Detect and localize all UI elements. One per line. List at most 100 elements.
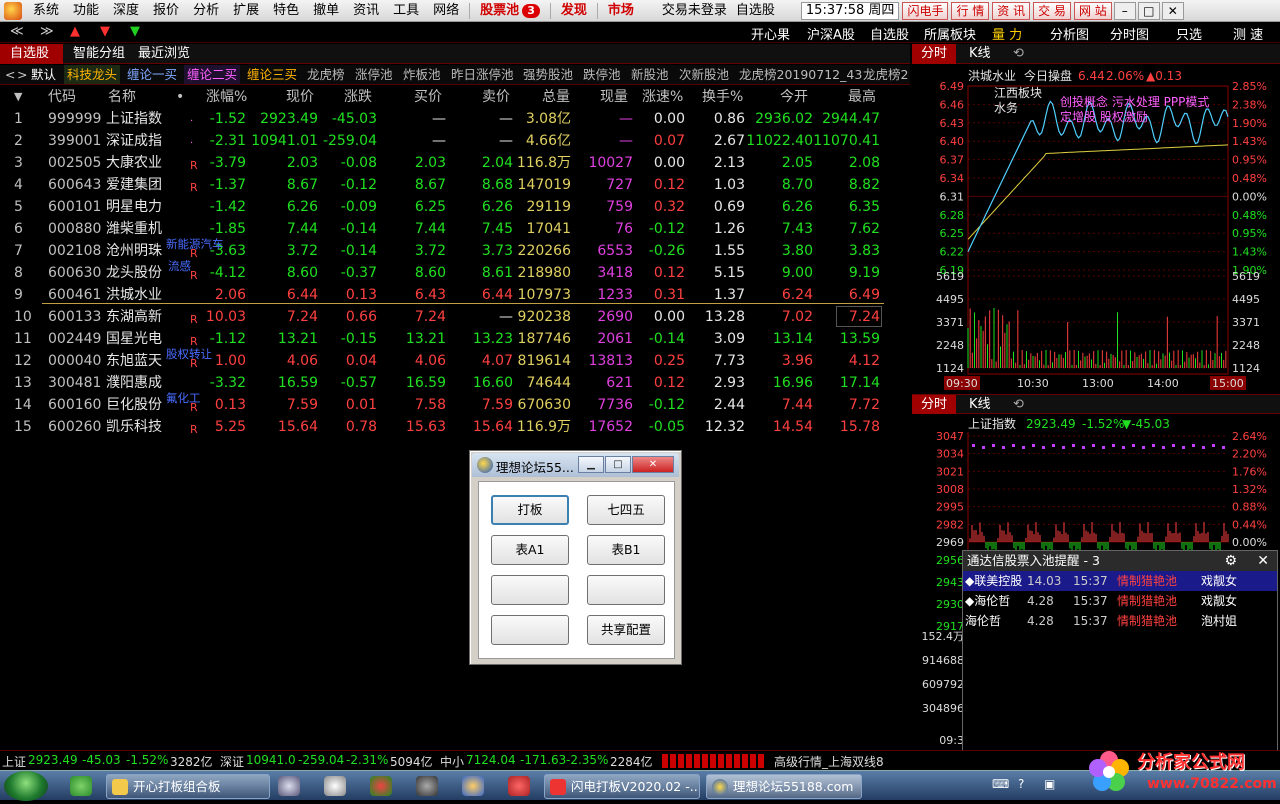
table-row[interactable]: 3 002505 大康农业 R -3.79 2.03 -0.08 2.03 2.04 116.8万… <box>0 152 910 174</box>
task-kaixin-daban[interactable]: 开心打板组合板 <box>106 774 270 799</box>
sub-tab-strong[interactable]: 强势股池 <box>520 65 576 84</box>
table-row[interactable]: 14 600160 巨化股份 R 0.13 7.59 0.01 7.58 7.59 670630 7… <box>0 394 910 416</box>
maximize-icon[interactable]: □ <box>1137 1 1160 20</box>
menu-analysis[interactable]: 分析 <box>186 0 226 22</box>
menu-function[interactable]: 功能 <box>66 0 106 22</box>
sub-tab-default[interactable]: 默认 <box>28 65 59 84</box>
empty-button-2[interactable] <box>587 575 665 605</box>
quicklaunch-browser-icon[interactable] <box>70 776 92 796</box>
trade-button[interactable]: 交 易 <box>1033 1 1071 20</box>
col-header-speed[interactable]: 涨速% <box>642 86 683 108</box>
sub-tab-dragon-tiger-2[interactable]: 龙虎榜2 <box>860 65 910 84</box>
tab-intraday-2[interactable]: 分时 <box>912 395 957 414</box>
col-header-high[interactable]: 最高 <box>848 86 876 108</box>
alert-row[interactable]: 海伦哲 4.28 15:37 情制猎艳池 泡村姐 <box>963 611 1277 631</box>
daban-button[interactable]: 打板 <box>491 495 569 525</box>
sort-icon[interactable]: ▼ <box>14 86 22 108</box>
table-row[interactable]: 5 600101 明星电力 -1.42 6.26 -0.09 6.25 6.26 29119 75… <box>0 196 910 218</box>
tab-watchlist[interactable]: 自选股 <box>0 44 63 64</box>
news-button[interactable]: 资 讯 <box>992 1 1031 20</box>
table-row[interactable]: 12 000040 东旭蓝天 R 1.00 4.06 0.04 4.06 4.07 819614 1… <box>0 350 910 372</box>
table-row[interactable]: 7 002108 沧州明珠 R -3.63 3.72 -0.14 3.72 3.73 220266… <box>0 240 910 262</box>
back-icon[interactable]: ≪ <box>10 24 24 39</box>
toolbar-link-intraday-chart[interactable]: 分时图 <box>1110 24 1149 43</box>
table-row[interactable]: 4 600643 爱建集团 R -1.37 8.67 -0.12 8.67 8.68 147019… <box>0 174 910 196</box>
col-header-code[interactable]: 代码 <box>48 86 76 108</box>
toolbar-link-speed-test[interactable]: 测 速 <box>1233 24 1263 43</box>
menu-discover[interactable]: 发现 <box>554 0 594 22</box>
watchlist-label[interactable]: 自选股 <box>734 0 777 22</box>
col-header-open[interactable]: 今开 <box>780 86 808 108</box>
col-header-pct[interactable]: 涨幅% <box>206 86 247 108</box>
alert-row[interactable]: ◆联美控股 14.03 15:37 情制猎艳池 戏靓女 <box>963 571 1277 591</box>
sub-tab-burst[interactable]: 炸板池 <box>400 65 444 84</box>
col-header-bid[interactable]: 买价 <box>414 86 442 108</box>
tab-kline-2[interactable]: K线 <box>960 395 1000 414</box>
dialog-close-icon[interactable]: ✕ <box>632 456 674 473</box>
settings-gear-icon[interactable]: ⚙ <box>1224 551 1237 571</box>
quicklaunch-app4-icon[interactable] <box>416 776 438 796</box>
status-mode[interactable]: 高级行情_上海双线8 <box>774 753 884 770</box>
refresh-icon-2[interactable]: ⟲ <box>1004 395 1033 414</box>
lightning-hand-button[interactable]: 闪电手 <box>902 1 949 20</box>
table-row[interactable]: 1 999999 上证指数 · -1.52 2923.49 -45.03— —3.08亿 —0.… <box>0 108 910 130</box>
table-row[interactable]: 10 600133 东湖高新 R 10.03 7.24 0.66 7.24—920238 269… <box>0 306 910 328</box>
col-header-name[interactable]: 名称 <box>108 86 136 108</box>
tray-help-icon[interactable]: ? <box>1018 777 1024 791</box>
empty-button-1[interactable] <box>491 575 569 605</box>
toolbar-link-sector[interactable]: 所属板块 <box>924 24 976 43</box>
sub-tab-dragon-tiger[interactable]: 龙虎榜 <box>304 65 348 84</box>
close-icon[interactable]: ✕ <box>1161 1 1184 20</box>
table-row[interactable]: 15 600260 凯乐科技 R 5.25 15.64 0.78 15.63 15.64 116.… <box>0 416 910 438</box>
sub-tab-chanlun-2[interactable]: 缠论二买 <box>184 65 241 84</box>
menu-market[interactable]: 市场 <box>601 0 641 22</box>
col-header-price[interactable]: 现价 <box>286 86 314 108</box>
col-header-flag[interactable]: • <box>176 86 184 108</box>
menu-news[interactable]: 资讯 <box>346 0 386 22</box>
login-status[interactable]: 交易未登录 <box>655 0 734 22</box>
tab-intraday[interactable]: 分时 <box>912 44 957 64</box>
menu-depth[interactable]: 深度 <box>106 0 146 22</box>
toolbar-link-analysis-chart[interactable]: 分析图 <box>1050 24 1089 43</box>
tab-recent[interactable]: 最近浏览 <box>128 44 200 64</box>
toolbar-link-hs-a[interactable]: 沪深A股 <box>807 24 855 43</box>
dialog-title-bar[interactable]: 理想论坛55... ▁ □ ✕ <box>472 453 679 477</box>
arrow-down-red-icon[interactable]: ▼ <box>100 24 110 39</box>
quicklaunch-app2-icon[interactable] <box>324 776 346 796</box>
tray-keyboard-icon[interactable]: ⌨ <box>992 777 1009 791</box>
col-header-cur-volume[interactable]: 现量 <box>600 86 628 108</box>
start-button-icon[interactable] <box>4 771 48 801</box>
quicklaunch-app5-icon[interactable] <box>462 776 484 796</box>
share-config-button[interactable]: 共享配置 <box>587 615 665 645</box>
menu-cancel-order[interactable]: 撤单 <box>306 0 346 22</box>
menu-tools[interactable]: 工具 <box>386 0 426 22</box>
toolbar-link-only-select[interactable]: 只选 <box>1176 24 1202 43</box>
website-button[interactable]: 网 站 <box>1073 1 1112 20</box>
col-header-turnover[interactable]: 换手% <box>702 86 743 108</box>
toolbar-link-liangli[interactable]: 量 力 <box>992 24 1022 43</box>
sub-tab-limit-down[interactable]: 跌停池 <box>580 65 624 84</box>
sub-tab-tech-leader[interactable]: 科技龙头 <box>64 65 121 84</box>
popup-close-icon[interactable]: ✕ <box>1257 551 1269 571</box>
intraday-chart[interactable]: 6.49 2.85% 6.46 2.38% 6.43 1.90% 6.40 1.43% 6.37… <box>912 64 1280 394</box>
task-lixiang-forum[interactable]: 理想论坛55188.com <box>706 774 862 799</box>
tab-kline[interactable]: K线 <box>960 44 1000 64</box>
col-header-ask[interactable]: 卖价 <box>482 86 510 108</box>
table-row[interactable]: 6 000880 潍柴重机 -1.85 7.44 -0.14 7.44 7.45 17041 76… <box>0 218 910 240</box>
refresh-icon[interactable]: ⟲ <box>1004 44 1033 64</box>
col-header-volume[interactable]: 总量 <box>542 86 570 108</box>
table-row[interactable]: 2 399001 深证成指 · -2.31 10941.01 -259.04— —4.66亿 —… <box>0 130 910 152</box>
minimize-icon[interactable]: – <box>1113 1 1136 20</box>
menu-stock-pool[interactable]: 股票池 3 <box>473 0 547 22</box>
alert-row[interactable]: ◆海伦哲 4.28 15:37 情制猎艳池 戏靓女 <box>963 591 1277 611</box>
menu-system[interactable]: 系统 <box>26 0 66 22</box>
sub-tab-limit-up[interactable]: 涨停池 <box>352 65 396 84</box>
table-b1-button[interactable]: 表B1 <box>587 535 665 565</box>
tray-network-icon[interactable]: ▣ <box>1044 777 1055 791</box>
toolbar-link-kaixinguo[interactable]: 开心果 <box>751 24 790 43</box>
table-row[interactable]: 13 300481 濮阳惠成 -3.32 16.59 -0.57 16.59 16.60 746… <box>0 372 910 394</box>
arrow-up-icon[interactable]: ▲ <box>70 24 80 39</box>
table-row[interactable]: 8 600630 龙头股份 R -4.12 8.60 -0.37 8.60 8.61 218980… <box>0 262 910 284</box>
table-a1-button[interactable]: 表A1 <box>491 535 569 565</box>
toolbar-link-watchlist[interactable]: 自选股 <box>870 24 909 43</box>
